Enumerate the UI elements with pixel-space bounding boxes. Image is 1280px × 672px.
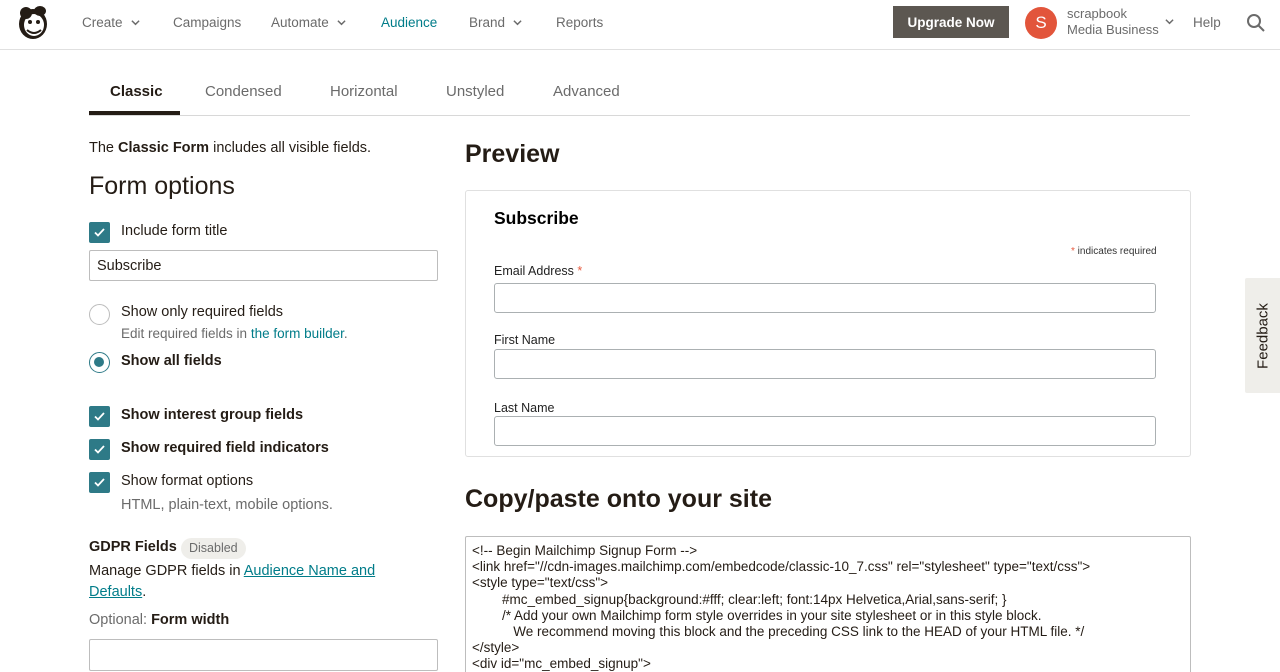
required-indicator-note: * indicates required	[1071, 246, 1157, 257]
gdpr-description: Manage GDPR fields in Audience Name and …	[89, 561, 409, 603]
account-org: Media Business	[1067, 22, 1159, 37]
show-required-sub-suffix: .	[343, 326, 348, 341]
form-builder-link[interactable]: the form builder	[251, 326, 344, 341]
feedback-tab[interactable]: Feedback	[1245, 278, 1280, 393]
last-name-input[interactable]	[494, 416, 1156, 446]
nav-automate-label: Automate	[271, 15, 329, 30]
search-icon[interactable]	[1246, 13, 1266, 33]
account-name: scrapbook	[1067, 6, 1127, 21]
intro-suffix: includes all visible fields.	[209, 140, 372, 156]
include-title-label: Include form title	[121, 223, 228, 239]
copy-paste-heading: Copy/paste onto your site	[465, 485, 772, 513]
nav-reports[interactable]: Reports	[556, 15, 603, 30]
optional-prefix: Optional:	[89, 612, 152, 628]
code-line: #mc_embed_signup{background:#fff; clear:…	[472, 591, 1007, 607]
form-width-input[interactable]	[89, 639, 438, 671]
intro-form-name: Classic Form	[118, 140, 210, 156]
gdpr-status-badge: Disabled	[181, 538, 246, 559]
chevron-down-icon[interactable]	[1165, 17, 1174, 26]
show-required-sub: Edit required fields in the form builder…	[121, 326, 348, 341]
nav-create-label: Create	[82, 15, 123, 30]
chevron-down-icon	[337, 20, 346, 26]
nav-campaigns-label: Campaigns	[173, 15, 242, 30]
help-link[interactable]: Help	[1193, 15, 1221, 30]
include-title-checkbox[interactable]	[89, 222, 110, 243]
code-line: <style type="text/css">	[472, 575, 609, 591]
first-name-label: First Name	[494, 333, 556, 347]
form-intro: The Classic Form includes all visible fi…	[89, 140, 371, 156]
tab-unstyled[interactable]: Unstyled	[446, 83, 504, 100]
chevron-down-icon	[130, 20, 140, 26]
nav-brand[interactable]: Brand	[469, 15, 522, 30]
show-indicators-label: Show required field indicators	[121, 440, 329, 456]
form-width-text: Form width	[151, 612, 230, 628]
show-interest-checkbox[interactable]	[89, 406, 110, 427]
preview-form-title: Subscribe	[494, 208, 579, 228]
show-indicators-checkbox[interactable]	[89, 439, 110, 460]
form-options-heading: Form options	[89, 172, 235, 200]
show-all-label: Show all fields	[121, 353, 222, 369]
show-format-checkbox[interactable]	[89, 472, 110, 493]
last-name-label: Last Name	[494, 401, 555, 415]
tab-horizontal[interactable]: Horizontal	[330, 83, 398, 100]
preview-heading: Preview	[465, 140, 560, 168]
tab-advanced[interactable]: Advanced	[553, 83, 620, 100]
first-name-input[interactable]	[494, 349, 1156, 379]
code-line: <link href="//cdn-images.mailchimp.com/e…	[472, 559, 1091, 575]
code-line: /* Add your own Mailchimp form style ove…	[472, 607, 1042, 623]
show-format-sub: HTML, plain-text, mobile options.	[121, 497, 333, 513]
tab-classic[interactable]: Classic	[110, 83, 163, 100]
upgrade-now-button[interactable]: Upgrade Now	[893, 6, 1009, 38]
form-width-label: Optional: Form width	[89, 612, 229, 628]
tab-condensed[interactable]: Condensed	[205, 83, 282, 100]
checkmark-icon	[94, 412, 105, 421]
show-interest-label: Show interest group fields	[121, 407, 304, 423]
chevron-down-icon	[513, 20, 522, 26]
embed-code-textarea[interactable]: <!-- Begin Mailchimp Signup Form --> <li…	[465, 536, 1191, 672]
show-required-sub-prefix: Edit required fields in	[121, 326, 251, 341]
code-line: </style>	[472, 640, 520, 656]
checkmark-icon	[94, 228, 105, 237]
code-line: <div id="mc_embed_signup">	[472, 656, 651, 672]
mailchimp-logo-icon[interactable]	[16, 5, 50, 41]
gdpr-label: GDPR Fields	[89, 539, 177, 555]
account-switcher[interactable]: scrapbook Media Business	[1067, 6, 1159, 38]
checkmark-icon	[94, 445, 105, 454]
show-all-radio[interactable]	[89, 352, 110, 373]
show-format-label: Show format options	[121, 473, 254, 489]
show-required-label: Show only required fields	[121, 304, 284, 320]
show-required-radio[interactable]	[89, 304, 110, 325]
checkmark-icon	[94, 478, 105, 487]
feedback-label: Feedback	[1254, 302, 1271, 369]
nav-automate[interactable]: Automate	[271, 15, 346, 30]
form-title-input[interactable]	[89, 250, 438, 281]
required-star: *	[577, 264, 583, 278]
email-label-text: Email Address	[494, 264, 578, 278]
nav-audience[interactable]: Audience	[381, 15, 437, 30]
required-note-text: indicates required	[1074, 246, 1157, 257]
avatar[interactable]: S	[1025, 7, 1057, 39]
gdpr-text-prefix: Manage GDPR fields in	[89, 563, 244, 579]
top-nav: Create Campaigns Automate Audience Brand…	[0, 0, 1280, 50]
gdpr-text-suffix: .	[142, 584, 147, 600]
code-line: <!-- Begin Mailchimp Signup Form -->	[472, 543, 698, 558]
active-tab-indicator	[89, 111, 180, 115]
nav-reports-label: Reports	[556, 15, 604, 30]
nav-create[interactable]: Create	[82, 15, 140, 30]
nav-brand-label: Brand	[469, 15, 506, 30]
email-label: Email Address *	[494, 264, 582, 278]
nav-audience-label: Audience	[381, 15, 438, 30]
form-type-tabs: Classic Condensed Horizontal Unstyled Ad…	[89, 70, 1190, 116]
email-input[interactable]	[494, 283, 1156, 313]
nav-campaigns[interactable]: Campaigns	[173, 15, 241, 30]
code-line: We recommend moving this block and the p…	[472, 624, 1085, 640]
intro-prefix: The	[89, 140, 119, 156]
